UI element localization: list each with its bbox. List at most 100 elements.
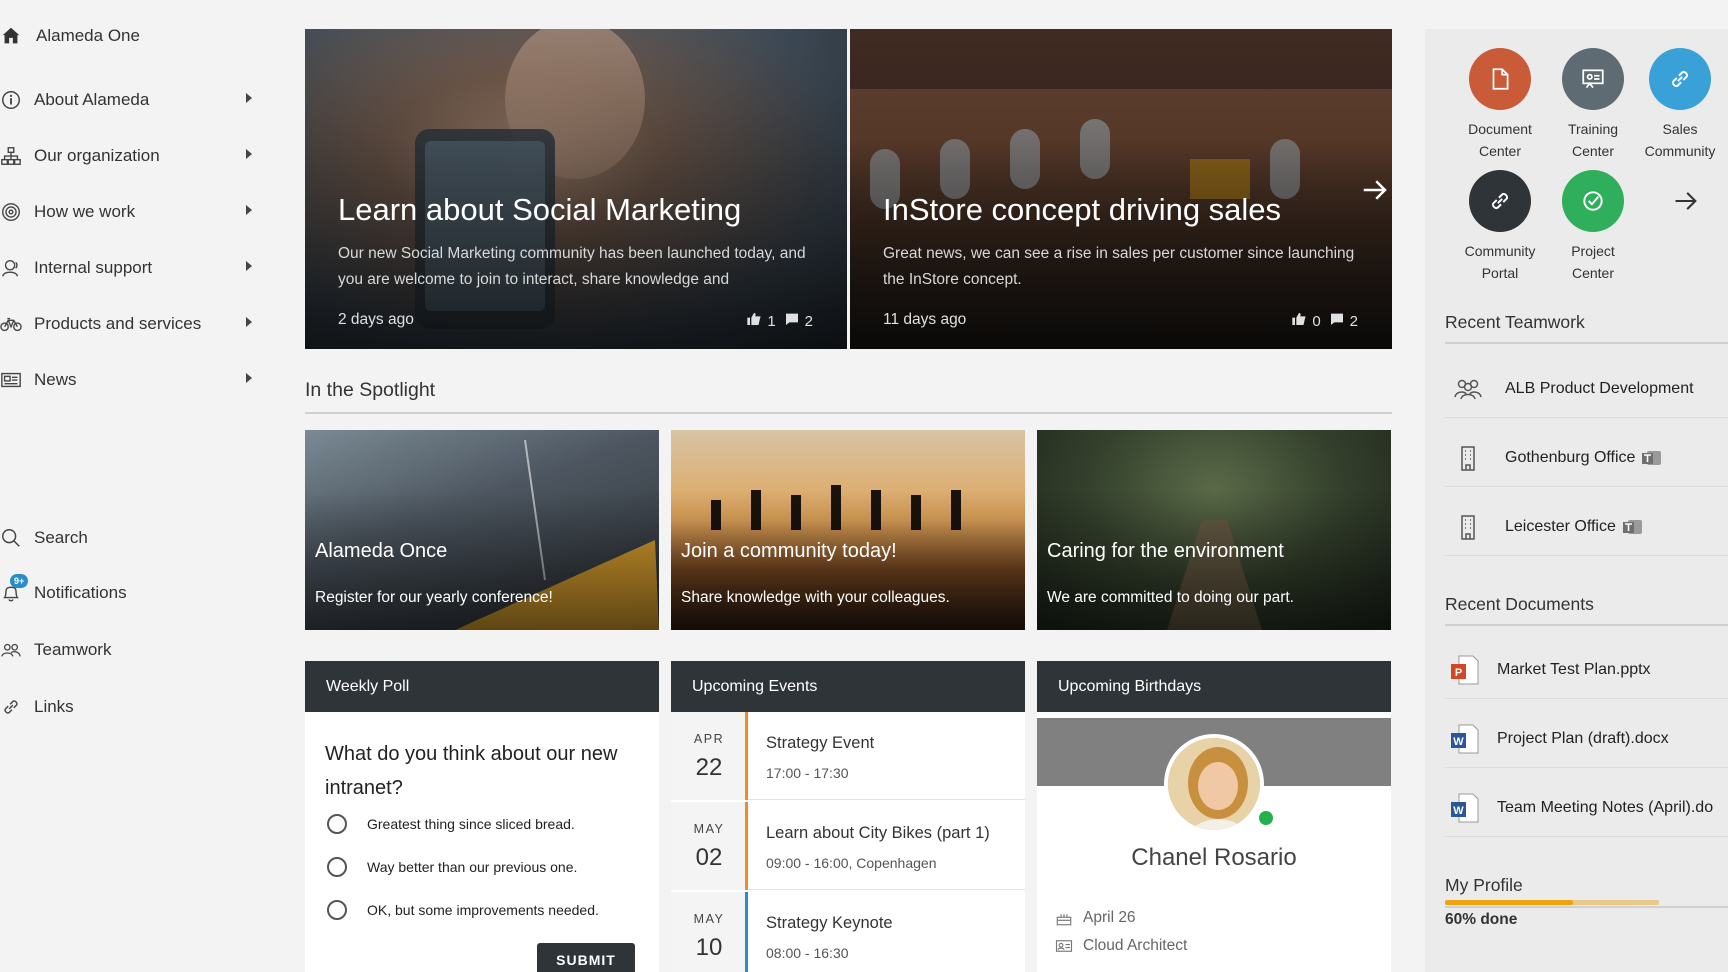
app-sales-community[interactable]: Sales Community bbox=[1632, 48, 1728, 162]
recent-teamwork-title: Recent Teamwork bbox=[1445, 312, 1585, 332]
document-item[interactable]: P Market Test Plan.pptx bbox=[1445, 641, 1728, 699]
document-item[interactable]: W Project Plan (draft).docx bbox=[1445, 710, 1728, 768]
sidebar-item-products[interactable]: Products and services bbox=[0, 309, 252, 339]
id-card-icon bbox=[1055, 937, 1073, 955]
arrow-right-icon bbox=[1675, 192, 1697, 210]
target-icon bbox=[0, 201, 22, 223]
spotlight-card-subtitle: Register for our yearly conference! bbox=[315, 589, 553, 606]
sidebar-teamwork-label: Teamwork bbox=[34, 640, 112, 659]
upcoming-birthdays-panel: Upcoming Birthdays Chanel Rosario April … bbox=[1037, 661, 1391, 972]
panel-header: Upcoming Events bbox=[671, 661, 1025, 712]
event-accent-bar bbox=[745, 802, 748, 890]
sidebar-item-organization[interactable]: Our organization bbox=[0, 141, 252, 171]
hero-description: Great news, we can see a rise in sales p… bbox=[883, 245, 1355, 288]
teamwork-item[interactable]: Leicester Office bbox=[1445, 498, 1728, 556]
right-column: Document Center Training Center Sales Commu… bbox=[1425, 29, 1728, 972]
chevron-right-icon bbox=[246, 149, 252, 159]
hero-card-social-marketing[interactable]: Learn about Social Marketing Our new Soc… bbox=[305, 29, 847, 349]
sidebar-home-link[interactable]: Alameda One bbox=[0, 22, 140, 50]
sidebar-notifications[interactable]: 9+ Notifications bbox=[0, 574, 252, 608]
comments-count[interactable]: 2 bbox=[1329, 311, 1358, 331]
spotlight-card-conference[interactable]: Alameda Once Register for our yearly con… bbox=[305, 430, 659, 630]
comment-icon bbox=[1329, 311, 1345, 331]
spotlight-card-community[interactable]: Join a community today! Share knowledge … bbox=[671, 430, 1025, 630]
svg-text:W: W bbox=[1453, 736, 1464, 748]
sidebar-item-how-we-work[interactable]: How we work bbox=[0, 197, 252, 227]
sidebar-item-label: About Alameda bbox=[34, 90, 150, 109]
apps-more-button[interactable] bbox=[1672, 187, 1700, 215]
sidebar-item-about[interactable]: About Alameda bbox=[0, 85, 252, 115]
poll-submit-button[interactable]: SUBMIT bbox=[537, 943, 635, 972]
app-label: Sales Community bbox=[1644, 121, 1716, 159]
app-community-portal[interactable]: Community Portal bbox=[1452, 170, 1548, 284]
event-time: 08:00 - 16:30 bbox=[766, 945, 849, 961]
chevron-right-icon bbox=[246, 93, 252, 103]
radio-button[interactable] bbox=[327, 900, 347, 920]
sidebar-search-label: Search bbox=[34, 528, 88, 547]
comments-count[interactable]: 2 bbox=[784, 311, 813, 331]
app-training-center[interactable]: Training Center bbox=[1545, 48, 1641, 162]
home-icon bbox=[0, 25, 22, 47]
event-item[interactable]: MAY 10 Strategy Keynote 08:00 - 16:30 bbox=[671, 892, 1025, 972]
event-time: 09:00 - 16:00, Copenhagen bbox=[766, 855, 937, 871]
newspaper-icon bbox=[0, 369, 22, 391]
spotlight-title: In the Spotlight bbox=[305, 379, 436, 401]
sidebar-search[interactable]: Search bbox=[0, 523, 252, 553]
document-item-label: Market Test Plan.pptx bbox=[1497, 660, 1651, 678]
sidebar-teamwork[interactable]: Teamwork bbox=[0, 635, 252, 665]
recent-teamwork-divider bbox=[1445, 342, 1728, 344]
teamwork-item-label: Gothenburg Office bbox=[1505, 448, 1636, 466]
info-icon bbox=[0, 89, 22, 111]
word-icon: W bbox=[1449, 723, 1479, 755]
poll-option[interactable]: Greatest thing since sliced bread. bbox=[327, 814, 575, 834]
teamwork-item-label: Leicester Office bbox=[1505, 517, 1616, 535]
hero-next-button[interactable] bbox=[1360, 175, 1390, 205]
hero-stats: 0 2 bbox=[1291, 311, 1358, 331]
birthday-title-row: Cloud Architect bbox=[1055, 937, 1187, 955]
app-project-center[interactable]: Project Center bbox=[1545, 170, 1641, 284]
presentation-icon bbox=[1562, 48, 1624, 110]
hero-card-instore[interactable]: InStore concept driving sales Great news… bbox=[850, 29, 1392, 349]
building-icon bbox=[1451, 443, 1485, 473]
app-document-center[interactable]: Document Center bbox=[1452, 48, 1548, 162]
poll-option-label: OK, but some improvements needed. bbox=[367, 902, 599, 918]
document-item[interactable]: W Team Meeting Notes (April).do bbox=[1445, 779, 1728, 837]
upcoming-events-panel: Upcoming Events APR 22 Strategy Event 17… bbox=[671, 661, 1025, 972]
radio-button[interactable] bbox=[327, 814, 347, 834]
recent-documents-divider bbox=[1445, 624, 1728, 626]
poll-option[interactable]: OK, but some improvements needed. bbox=[327, 900, 599, 920]
poll-option-label: Way better than our previous one. bbox=[367, 859, 578, 875]
birthday-person-name[interactable]: Chanel Rosario bbox=[1037, 844, 1391, 872]
word-icon: W bbox=[1449, 792, 1479, 824]
online-status-indicator bbox=[1257, 809, 1275, 827]
event-item[interactable]: APR 22 Strategy Event 17:00 - 17:30 bbox=[671, 712, 1025, 800]
profile-progress-label: 60% done bbox=[1445, 911, 1518, 928]
hero-stats: 1 2 bbox=[746, 311, 813, 331]
poll-option[interactable]: Way better than our previous one. bbox=[327, 857, 577, 877]
teamwork-item[interactable]: ALB Product Development bbox=[1445, 360, 1728, 418]
hero-description: Our new Social Marketing community has b… bbox=[338, 245, 806, 288]
birthday-job-title: Cloud Architect bbox=[1083, 937, 1188, 954]
cake-icon bbox=[1055, 909, 1073, 927]
event-accent-bar bbox=[745, 892, 748, 972]
likes-count[interactable]: 1 bbox=[746, 311, 776, 331]
event-name: Strategy Event bbox=[766, 734, 875, 752]
event-date: APR 22 bbox=[671, 712, 747, 800]
profile-progress-fill bbox=[1445, 900, 1574, 905]
sidebar: Alameda One About Alameda Our organizati… bbox=[0, 0, 268, 972]
avatar[interactable] bbox=[1164, 734, 1264, 834]
sidebar-item-news[interactable]: News bbox=[0, 365, 252, 395]
link-icon bbox=[0, 696, 22, 718]
thumbs-up-icon bbox=[1291, 311, 1307, 331]
poll-question: What do you think about our new intranet… bbox=[325, 743, 618, 799]
teamwork-item[interactable]: Gothenburg Office bbox=[1445, 429, 1728, 487]
likes-count[interactable]: 0 bbox=[1291, 311, 1321, 331]
spotlight-card-environment[interactable]: Caring for the environment We are commit… bbox=[1037, 430, 1391, 630]
sidebar-links[interactable]: Links bbox=[0, 692, 252, 722]
spotlight-card-title: Caring for the environment bbox=[1047, 540, 1284, 562]
sidebar-item-internal-support[interactable]: Internal support bbox=[0, 253, 252, 283]
event-item[interactable]: MAY 02 Learn about City Bikes (part 1) 0… bbox=[671, 802, 1025, 890]
radio-button[interactable] bbox=[327, 857, 347, 877]
hero-title: InStore concept driving sales bbox=[883, 192, 1282, 227]
support-person-icon bbox=[0, 257, 22, 279]
